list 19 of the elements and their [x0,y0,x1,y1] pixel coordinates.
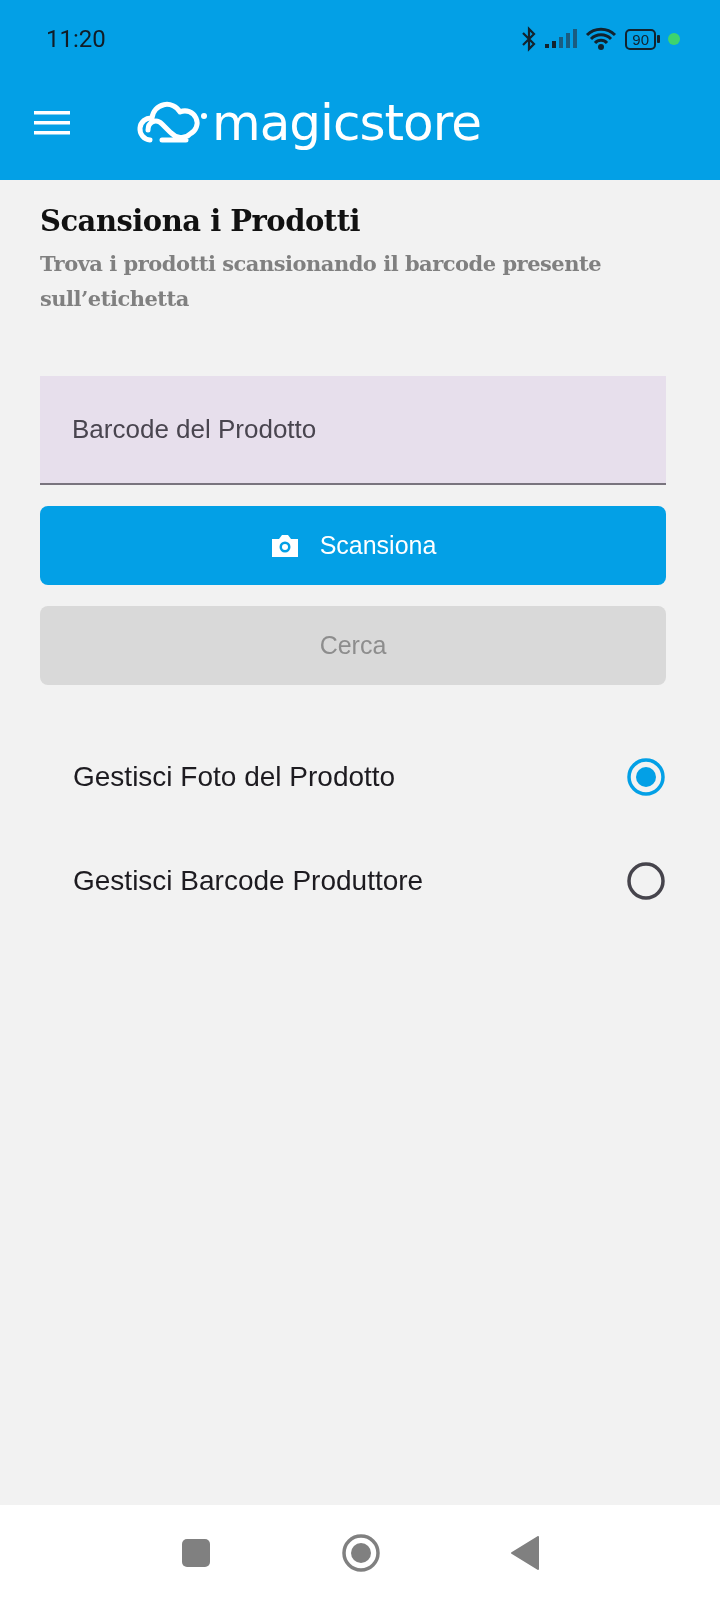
barcode-field[interactable]: Barcode del Prodotto [40,376,666,485]
page-title: Scansiona i Prodotti [40,204,362,238]
clock: 11:20 [46,25,106,53]
home-icon[interactable] [341,1532,381,1573]
wifi-icon [585,27,618,51]
menu-icon[interactable] [34,110,70,136]
radio-button[interactable] [626,757,666,797]
signal-icon [545,29,578,49]
radio-button[interactable] [626,861,666,901]
bluetooth-icon [521,26,538,52]
page-subtitle: Trova i prodotti scansionando il barcode presente sull’etichetta [40,250,603,313]
scan-button[interactable]: Scansiona [40,506,666,585]
option-label: Gestisci Barcode Produttore [73,865,424,897]
status-dot-icon [668,33,680,45]
back-icon[interactable] [511,1535,539,1570]
recents-icon[interactable] [181,1537,211,1568]
option-label: Gestisci Foto del Prodotto [73,761,396,793]
camera-icon [269,532,300,559]
logo-text: magicstore [212,98,481,148]
